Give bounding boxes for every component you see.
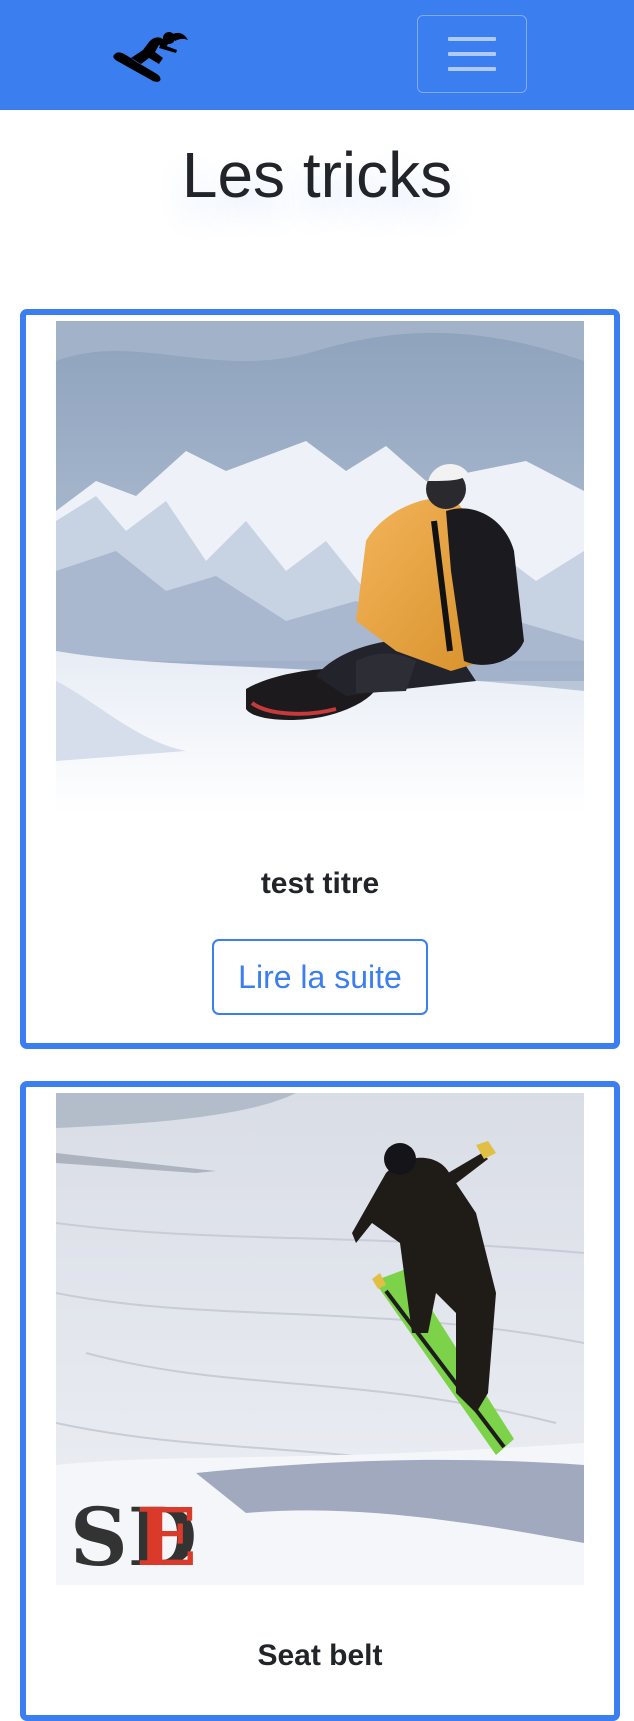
snowboarder-logo-icon[interactable] xyxy=(113,28,189,84)
navbar xyxy=(0,0,634,110)
snowboarder-sitting-photo[interactable] xyxy=(56,321,584,813)
read-more-button[interactable]: Lire la suite xyxy=(212,939,428,1015)
hamburger-menu-icon-bar xyxy=(448,52,496,56)
hamburger-menu-icon-bar xyxy=(448,67,496,71)
menu-toggle-button[interactable] xyxy=(417,15,527,93)
hamburger-menu-icon xyxy=(448,37,496,41)
trick-title: test titre xyxy=(260,867,380,900)
trick-card: SD E Seat belt xyxy=(20,1081,620,1721)
trick-card: test titre Lire la suite xyxy=(20,309,620,1049)
svg-text:E: E xyxy=(136,1490,197,1584)
snowboarder-jump-photo[interactable]: SD E xyxy=(56,1093,584,1585)
trick-title: Seat belt xyxy=(257,1639,383,1672)
page-title: Les tricks xyxy=(181,139,453,211)
